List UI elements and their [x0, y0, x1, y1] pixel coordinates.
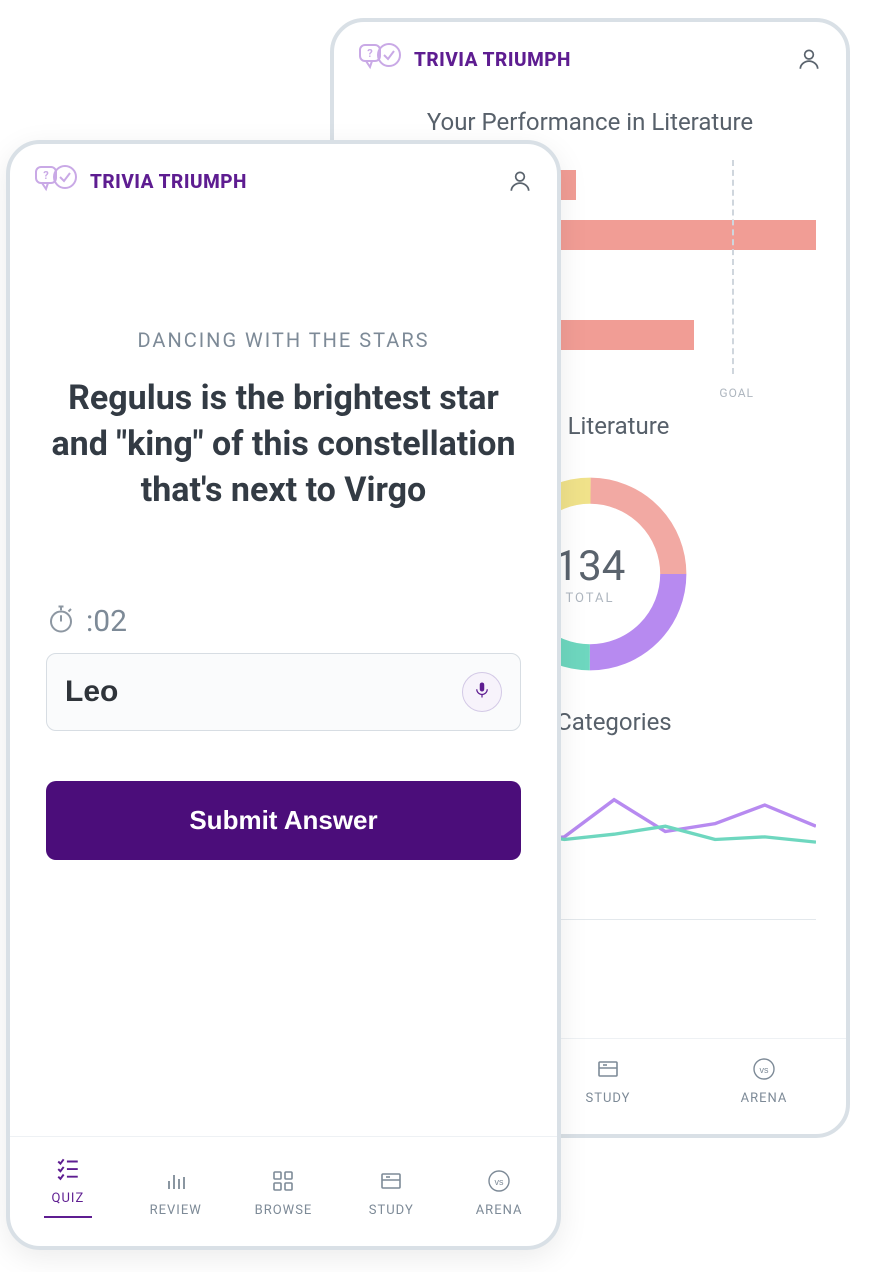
question-text: Regulus is the brightest star and "king"… — [46, 376, 521, 514]
submit-answer-button[interactable]: Submit Answer — [46, 781, 521, 860]
phone-front-screen: ? TRIVIA TRIUMPH DANCING WITH THE STARS … — [6, 140, 561, 1250]
svg-text:vs: vs — [760, 1065, 770, 1075]
goal-label: GOAL — [719, 386, 754, 400]
tab-label: STUDY — [369, 1203, 414, 1218]
voice-input-button[interactable] — [462, 672, 502, 712]
stopwatch-icon — [46, 604, 76, 638]
donut-value: 134 — [555, 542, 626, 591]
timer-value: :02 — [86, 604, 127, 639]
bottom-tabbar: QUIZ REVIEW BROWSE STUD — [10, 1136, 557, 1246]
svg-text:?: ? — [43, 169, 49, 182]
tab-quiz[interactable]: QUIZ — [33, 1155, 103, 1218]
svg-text:vs: vs — [495, 1177, 505, 1187]
profile-icon[interactable] — [796, 46, 822, 72]
versus-icon: vs — [752, 1057, 776, 1085]
grid-icon — [271, 1169, 295, 1197]
logo-icon: ? — [358, 42, 404, 76]
card-icon — [596, 1057, 620, 1085]
card-icon — [379, 1169, 403, 1197]
tab-arena[interactable]: vs ARENA — [729, 1057, 799, 1106]
tab-label: ARENA — [741, 1091, 788, 1106]
header: ? TRIVIA TRIUMPH — [10, 144, 557, 208]
app-logo[interactable]: ? TRIVIA TRIUMPH — [358, 42, 571, 76]
tab-arena[interactable]: vs ARENA — [464, 1169, 534, 1218]
svg-text:?: ? — [367, 47, 373, 60]
versus-icon: vs — [487, 1169, 511, 1197]
checklist-icon — [55, 1155, 81, 1185]
tab-review[interactable]: REVIEW — [141, 1169, 211, 1218]
tab-browse[interactable]: BROWSE — [248, 1169, 318, 1218]
section-title-performance: Your Performance in Literature — [364, 108, 816, 136]
tab-label: REVIEW — [150, 1203, 202, 1218]
question-category: DANCING WITH THE STARS — [46, 328, 521, 352]
goal-line — [732, 160, 734, 374]
active-underline — [44, 1216, 92, 1218]
app-title: TRIVIA TRIUMPH — [414, 48, 571, 71]
tab-label: BROWSE — [255, 1203, 313, 1218]
timer: :02 — [46, 604, 521, 639]
tab-study[interactable]: STUDY — [356, 1169, 426, 1218]
app-title: TRIVIA TRIUMPH — [90, 170, 247, 193]
tab-label: QUIZ — [52, 1191, 85, 1206]
app-logo[interactable]: ? TRIVIA TRIUMPH — [34, 164, 247, 198]
quiz-content: DANCING WITH THE STARS Regulus is the br… — [10, 208, 557, 1136]
microphone-icon — [473, 681, 491, 702]
tab-label: STUDY — [586, 1091, 631, 1106]
donut-label: TOTAL — [565, 591, 614, 606]
header: ? TRIVIA TRIUMPH — [334, 22, 846, 86]
profile-icon[interactable] — [507, 168, 533, 194]
answer-input[interactable] — [65, 675, 415, 709]
tab-label: ARENA — [476, 1203, 523, 1218]
answer-input-box — [46, 653, 521, 731]
logo-icon: ? — [34, 164, 80, 198]
bars-icon — [164, 1169, 188, 1197]
tab-study[interactable]: STUDY — [573, 1057, 643, 1106]
